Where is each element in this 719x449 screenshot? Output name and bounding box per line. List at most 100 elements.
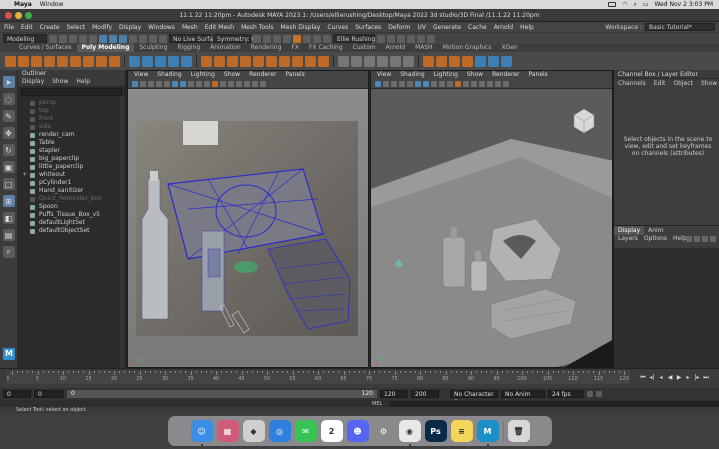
menu-select[interactable]: Select (67, 24, 86, 31)
extrude-icon[interactable] (201, 55, 212, 67)
channel-menu-edit[interactable]: Edit (654, 79, 666, 88)
workspace-dropdown[interactable]: Basic Tutorial* (645, 23, 715, 31)
playback-start-field[interactable]: 0 (34, 390, 64, 398)
outliner-layout-icon[interactable]: ▤ (2, 229, 15, 241)
center-pivot-icon[interactable] (475, 55, 486, 67)
dock-app-maya-icon[interactable]: M (476, 420, 499, 446)
zoom-icon[interactable]: ⌕ (2, 246, 15, 258)
camera-lock-icon[interactable] (140, 80, 146, 87)
menu-file[interactable]: File (4, 24, 14, 31)
viewport-menu-shading[interactable]: Shading (400, 71, 424, 79)
viewport-menu-show[interactable]: Show (224, 71, 240, 79)
viewport-menu-panels[interactable]: Panels (528, 71, 547, 79)
smooth-icon[interactable] (168, 55, 179, 67)
channel-menu-channels[interactable]: Channels (618, 79, 646, 88)
viewport-right-canvas[interactable]: x y (371, 89, 612, 367)
shelf-tab-curves-surfaces[interactable]: Curves / Surfaces (14, 44, 77, 52)
dock-app-messages-icon[interactable]: ✉ (294, 420, 317, 442)
field-chart-icon[interactable] (252, 80, 258, 87)
textured-icon[interactable] (188, 80, 194, 87)
snap-point-icon[interactable] (149, 34, 157, 43)
safe-action-icon[interactable] (260, 80, 266, 87)
soft-select-icon[interactable] (364, 55, 375, 67)
menu-arnold[interactable]: Arnold (494, 24, 513, 31)
grid-toggle-icon[interactable] (164, 80, 170, 87)
shelf-tab-arnold[interactable]: Arnold (381, 44, 410, 52)
shelf-tab-animation[interactable]: Animation (205, 44, 246, 52)
menu-mesh[interactable]: Mesh (182, 24, 198, 31)
planar-map-icon[interactable] (390, 55, 401, 67)
go-to-end-icon[interactable]: ⏭ (703, 374, 709, 381)
playback-range-bar[interactable]: 0 120 (67, 390, 377, 398)
outliner-item[interactable]: render_cam (18, 131, 125, 139)
expand-arrow-icon[interactable]: + (22, 171, 27, 179)
shelf-tab-motion-graphics[interactable]: Motion Graphics (438, 44, 497, 52)
user-account-dropdown[interactable]: Ellie Rushing (333, 34, 375, 43)
command-language-label[interactable]: MEL (372, 401, 382, 407)
outliner-item[interactable]: Hand_sanitizer (18, 187, 125, 195)
menu-help[interactable]: Help (520, 24, 534, 31)
menu-uv[interactable]: UV (418, 24, 427, 31)
attribute-editor-icon[interactable] (407, 34, 415, 43)
modeling-toolkit-icon[interactable] (397, 34, 405, 43)
layer-menu-options[interactable]: Options (644, 235, 667, 243)
layer-move-up-icon[interactable] (686, 236, 692, 242)
go-to-start-icon[interactable]: ⏮ (640, 374, 646, 381)
menu-windows[interactable]: Windows (148, 24, 175, 31)
outliner-item[interactable]: Quick_Reminder_box (18, 195, 125, 203)
step-forward-frame-icon[interactable]: ▸ (685, 374, 691, 381)
shadows-icon[interactable] (204, 80, 210, 87)
hypershade-icon[interactable] (293, 34, 301, 43)
smooth-shade-icon[interactable] (180, 80, 186, 87)
command-input[interactable] (390, 400, 719, 407)
textured-icon[interactable] (431, 80, 437, 87)
film-gate-icon[interactable] (487, 80, 493, 87)
wifi-icon[interactable]: ◠ (622, 1, 627, 8)
zoom-window-button[interactable] (25, 12, 32, 19)
minimize-window-button[interactable] (15, 12, 22, 19)
rotate-tool-icon[interactable]: ↻ (2, 144, 15, 156)
outliner-menu-display[interactable]: Display (22, 78, 44, 86)
layer-tab-display[interactable]: Display (614, 226, 645, 235)
outliner-menu-show[interactable]: Show (52, 78, 68, 86)
shelf-tab-custom[interactable]: Custom (348, 44, 381, 52)
poly-cylinder-icon[interactable] (31, 55, 42, 67)
isolate-select-icon[interactable] (455, 80, 461, 87)
layer-move-down-icon[interactable] (694, 236, 700, 242)
viewport-left-canvas[interactable]: x y (128, 89, 368, 367)
viewport-menu-renderer[interactable]: Renderer (492, 71, 519, 79)
outliner-item[interactable]: side (18, 123, 125, 131)
menu-surfaces[interactable]: Surfaces (355, 24, 381, 31)
menu-edit[interactable]: Edit (21, 24, 33, 31)
poly-sphere-icon[interactable] (5, 55, 16, 67)
render-view-icon[interactable] (303, 34, 311, 43)
super-shape-icon[interactable] (109, 55, 120, 67)
xray-joints-icon[interactable] (471, 80, 477, 87)
layer-menu-help[interactable]: Help (673, 235, 687, 243)
anim-end-field[interactable]: 200 (411, 390, 439, 398)
insert-edge-loop-icon[interactable] (292, 55, 303, 67)
four-view-icon[interactable]: ⊞ (2, 195, 15, 207)
triangulate-icon[interactable] (436, 55, 447, 67)
channel-box-icon[interactable] (427, 34, 435, 43)
automatic-map-icon[interactable] (403, 55, 414, 67)
bookmarks-icon[interactable] (391, 80, 397, 87)
clock[interactable]: Wed Nov 2 3:03 PM (654, 1, 713, 8)
mirror-icon[interactable] (155, 55, 166, 67)
shelf-tab-rendering[interactable]: Rendering (246, 44, 287, 52)
shelf-tab-rigging[interactable]: Rigging (172, 44, 205, 52)
bevel-icon[interactable] (214, 55, 225, 67)
viewport-menu-lighting[interactable]: Lighting (191, 71, 215, 79)
outliner-item[interactable]: Puffs_Tissue_Box_v5 (18, 211, 125, 219)
outliner-item[interactable]: persp (18, 99, 125, 107)
outliner-item[interactable]: front (18, 115, 125, 123)
outliner-item[interactable]: + whiteout (18, 171, 125, 179)
poly-plane-icon[interactable] (70, 55, 81, 67)
layer-menu-layers[interactable]: Layers (618, 235, 638, 243)
select-component-icon[interactable] (119, 34, 127, 43)
render-settings-icon[interactable] (283, 34, 291, 43)
open-scene-icon[interactable] (59, 34, 67, 43)
play-forwards-icon[interactable]: ▶ (676, 374, 682, 381)
fill-hole-icon[interactable] (253, 55, 264, 67)
search-icon[interactable]: ⌕ (633, 1, 636, 9)
